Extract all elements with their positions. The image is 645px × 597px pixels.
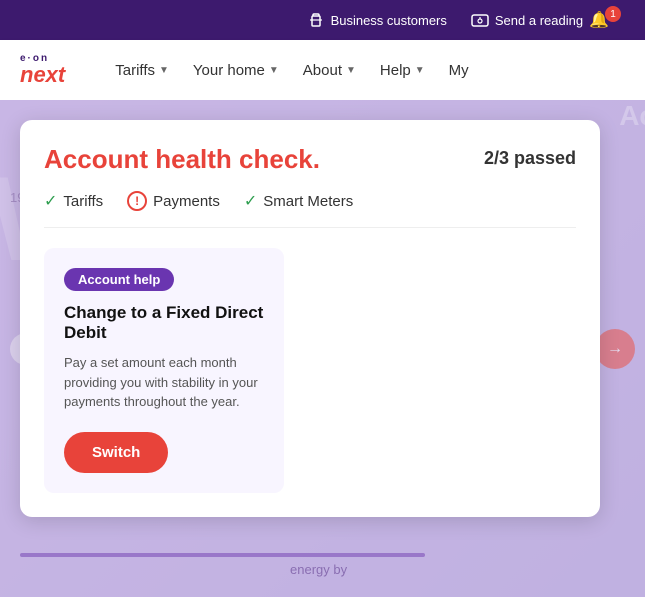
inner-card-description: Pay a set amount each month providing yo… — [64, 353, 264, 412]
tariffs-check-icon: ✓ — [44, 191, 57, 211]
inner-card: Account help Change to a Fixed Direct De… — [44, 248, 284, 493]
check-tariffs: ✓ Tariffs — [44, 191, 103, 211]
smart-meters-check-label: Smart Meters — [263, 193, 353, 210]
notification-badge: 1 — [605, 6, 621, 22]
account-help-badge: Account help — [64, 268, 174, 291]
tariffs-chevron-icon: ▼ — [159, 65, 169, 76]
modal-passed-label: 2/3 passed — [484, 148, 576, 169]
tariffs-check-label: Tariffs — [63, 193, 103, 210]
meter-icon — [471, 11, 489, 29]
business-customers-link[interactable]: Business customers — [307, 11, 447, 29]
eon-next-logo: e·on next — [20, 54, 65, 86]
nav-items: Tariffs ▼ Your home ▼ About ▼ Help ▼ My — [105, 56, 625, 85]
your-home-chevron-icon: ▼ — [269, 65, 279, 76]
about-chevron-icon: ▼ — [346, 65, 356, 76]
payments-warn-icon: ! — [127, 191, 147, 211]
modal-overlay: Account health check. 2/3 passed ✓ Tarif… — [0, 100, 645, 597]
send-reading-label: Send a reading — [495, 13, 583, 28]
smart-meters-check-icon: ✓ — [244, 191, 257, 211]
check-smart-meters: ✓ Smart Meters — [244, 191, 353, 211]
payments-check-label: Payments — [153, 193, 220, 210]
nav-your-home[interactable]: Your home ▼ — [183, 56, 289, 85]
nav-bar: e·on next Tariffs ▼ Your home ▼ About ▼ … — [0, 40, 645, 100]
main-content: We Ac 192 G t paym payme ment is s after… — [0, 100, 645, 597]
nav-help[interactable]: Help ▼ — [370, 56, 435, 85]
nav-tariffs[interactable]: Tariffs ▼ — [105, 56, 179, 85]
modal-header: Account health check. 2/3 passed — [44, 144, 576, 175]
inner-card-title: Change to a Fixed Direct Debit — [64, 303, 264, 343]
modal-checks: ✓ Tariffs ! Payments ✓ Smart Meters — [44, 191, 576, 228]
briefcase-icon — [307, 11, 325, 29]
top-bar: Business customers Send a reading 🔔 1 — [0, 0, 645, 40]
business-customers-label: Business customers — [331, 13, 447, 28]
send-reading-link[interactable]: Send a reading 🔔 1 — [471, 10, 625, 30]
modal-card: Account health check. 2/3 passed ✓ Tarif… — [20, 120, 600, 517]
modal-title: Account health check. — [44, 144, 320, 175]
nav-about[interactable]: About ▼ — [293, 56, 366, 85]
switch-button[interactable]: Switch — [64, 432, 168, 473]
check-payments: ! Payments — [127, 191, 220, 211]
nav-my[interactable]: My — [439, 56, 479, 85]
help-chevron-icon: ▼ — [415, 65, 425, 76]
